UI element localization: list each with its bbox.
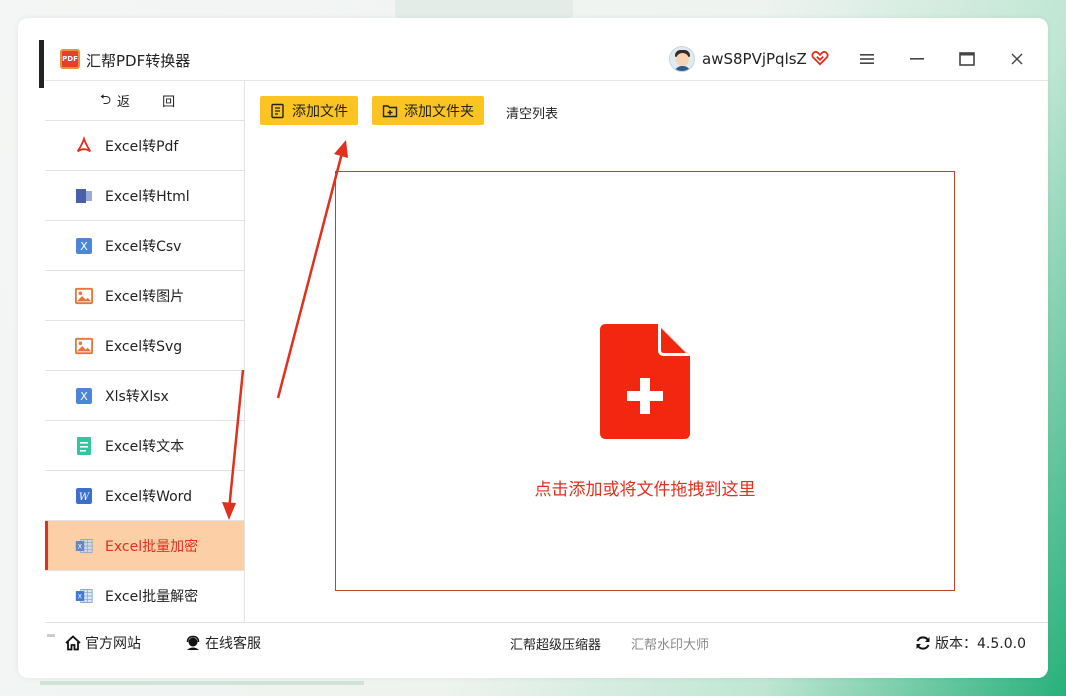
- excel-sheet-icon: X: [75, 537, 93, 555]
- svg-text:X: X: [78, 592, 83, 600]
- sidebar-item-excel-batch-decrypt[interactable]: X Excel批量解密: [45, 571, 244, 621]
- sidebar-item-excel-to-text[interactable]: Excel转文本: [45, 421, 244, 471]
- clear-list-button[interactable]: 清空列表: [506, 103, 558, 122]
- website-link[interactable]: 官方网站: [65, 633, 141, 653]
- sidebar-item-label: Excel批量解密: [105, 589, 199, 605]
- menu-button[interactable]: [856, 48, 878, 70]
- add-folder-label: 添加文件夹: [404, 103, 474, 120]
- support-link[interactable]: 在线客服: [185, 633, 261, 653]
- add-folder-icon: [382, 104, 398, 117]
- close-icon: [1011, 53, 1023, 65]
- menu-icon: [860, 54, 874, 64]
- sidebar-item-label: Excel转Word: [105, 488, 193, 505]
- add-file-icon: [271, 103, 284, 118]
- excel-sheet-icon: X: [75, 587, 93, 605]
- background-line: [40, 681, 364, 685]
- sidebar-item-excel-to-html[interactable]: Excel转Html: [45, 171, 244, 221]
- app-logo-icon: PDF: [60, 49, 80, 69]
- website-label: 官方网站: [85, 636, 141, 652]
- app-window: PDF 汇帮PDF转换器 awS8PVjPqlsZ ⮌ 返 回 Excel转Pd…: [18, 18, 1048, 678]
- close-button[interactable]: [1006, 48, 1028, 70]
- sidebar-item-excel-to-image[interactable]: Excel转图片: [45, 271, 244, 321]
- sidebar-item-label: Excel转Svg: [105, 338, 183, 355]
- file-drop-area[interactable]: 点击添加或将文件拖拽到这里: [335, 171, 955, 591]
- drop-hint-text: 点击添加或将文件拖拽到这里: [534, 480, 756, 500]
- version-label: 版本：4.5.0.0: [935, 636, 1026, 652]
- sidebar-item-label: Excel批量加密: [105, 538, 199, 555]
- sidebar-item-label: Excel转图片: [105, 288, 185, 305]
- sidebar-item-label: Excel转文本: [105, 438, 185, 455]
- version-info[interactable]: 版本：4.5.0.0: [915, 633, 1026, 653]
- minimize-icon: [910, 58, 924, 60]
- svg-text:W: W: [79, 492, 90, 503]
- refresh-icon: [916, 636, 930, 650]
- svg-text:X: X: [78, 542, 83, 550]
- minimize-button[interactable]: [906, 48, 928, 70]
- sidebar-item-label: Excel转Html: [105, 188, 190, 205]
- back-label: 返 回: [117, 95, 190, 110]
- add-file-large-icon: [600, 324, 690, 439]
- add-file-label: 添加文件: [292, 103, 348, 120]
- image-icon: [75, 337, 93, 355]
- username[interactable]: awS8PVjPqlsZ: [702, 50, 807, 68]
- headset-icon: [186, 635, 200, 650]
- footer-bar: 官方网站 在线客服 汇帮超级压缩器 汇帮水印大师 版本：4.5.0.0: [45, 622, 1048, 660]
- arrow-to-add-file: [276, 152, 344, 399]
- html-icon: [75, 187, 93, 205]
- sidebar-item-excel-to-pdf[interactable]: Excel转Pdf: [45, 121, 244, 171]
- svg-text:X: X: [80, 390, 88, 403]
- sidebar-item-excel-to-csv[interactable]: X Excel转Csv: [45, 221, 244, 271]
- sidebar-item-label: Excel转Pdf: [105, 138, 179, 155]
- maximize-icon: [959, 52, 975, 66]
- arrow-to-add-file-head: [334, 140, 348, 158]
- compressor-link[interactable]: 汇帮超级压缩器: [510, 634, 601, 653]
- sidebar-item-excel-batch-encrypt[interactable]: X Excel批量加密: [45, 521, 244, 571]
- sidebar-item-xls-to-xlsx[interactable]: X Xls转Xlsx: [45, 371, 244, 421]
- home-icon: [65, 635, 81, 651]
- sidebar-item-label: Excel转Csv: [105, 238, 182, 255]
- pdf-icon: [75, 135, 93, 155]
- text-file-icon: [75, 436, 93, 455]
- sidebar-item-excel-to-svg[interactable]: Excel转Svg: [45, 321, 244, 371]
- sidebar-item-label: Xls转Xlsx: [105, 388, 169, 405]
- title-bar: PDF 汇帮PDF转换器 awS8PVjPqlsZ: [18, 40, 1048, 80]
- vip-heart-icon[interactable]: [811, 49, 829, 67]
- back-button[interactable]: ⮌ 返 回: [45, 81, 244, 121]
- sidebar-item-excel-to-word[interactable]: W Excel转Word: [45, 471, 244, 521]
- excel-icon: X: [75, 237, 93, 255]
- app-title: 汇帮PDF转换器: [86, 52, 191, 70]
- support-label: 在线客服: [205, 636, 261, 652]
- word-icon: W: [75, 487, 93, 505]
- image-icon: [75, 287, 93, 305]
- background-band: [395, 0, 573, 18]
- sidebar: ⮌ 返 回 Excel转Pdf Excel转Html X Excel转Csv E…: [45, 81, 245, 637]
- add-file-button[interactable]: 添加文件: [260, 96, 358, 125]
- back-arrow-icon: ⮌: [99, 91, 112, 108]
- watermark-link[interactable]: 汇帮水印大师: [631, 634, 709, 653]
- maximize-button[interactable]: [956, 48, 978, 70]
- add-folder-button[interactable]: 添加文件夹: [372, 96, 484, 125]
- svg-text:X: X: [80, 240, 88, 253]
- user-avatar[interactable]: [669, 46, 695, 72]
- excel-icon: X: [75, 387, 93, 405]
